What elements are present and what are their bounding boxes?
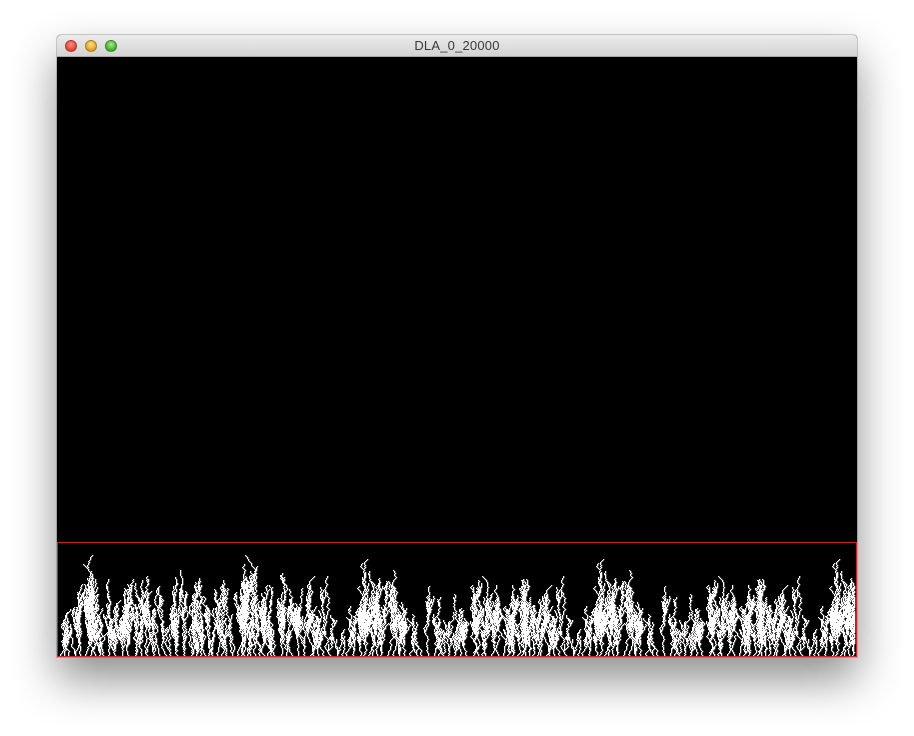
dla-growth-region (57, 542, 857, 657)
close-icon[interactable] (65, 40, 77, 52)
dla-particles (60, 555, 856, 656)
window-controls (65, 40, 117, 52)
title-bar[interactable]: DLA_0_20000 (57, 35, 857, 57)
maximize-icon[interactable] (105, 40, 117, 52)
dla-cluster-drawing (60, 555, 856, 656)
window-title: DLA_0_20000 (414, 38, 500, 53)
simulation-canvas (57, 57, 857, 657)
minimize-icon[interactable] (85, 40, 97, 52)
app-window: DLA_0_20000 (57, 35, 857, 657)
dla-branches (60, 555, 856, 656)
